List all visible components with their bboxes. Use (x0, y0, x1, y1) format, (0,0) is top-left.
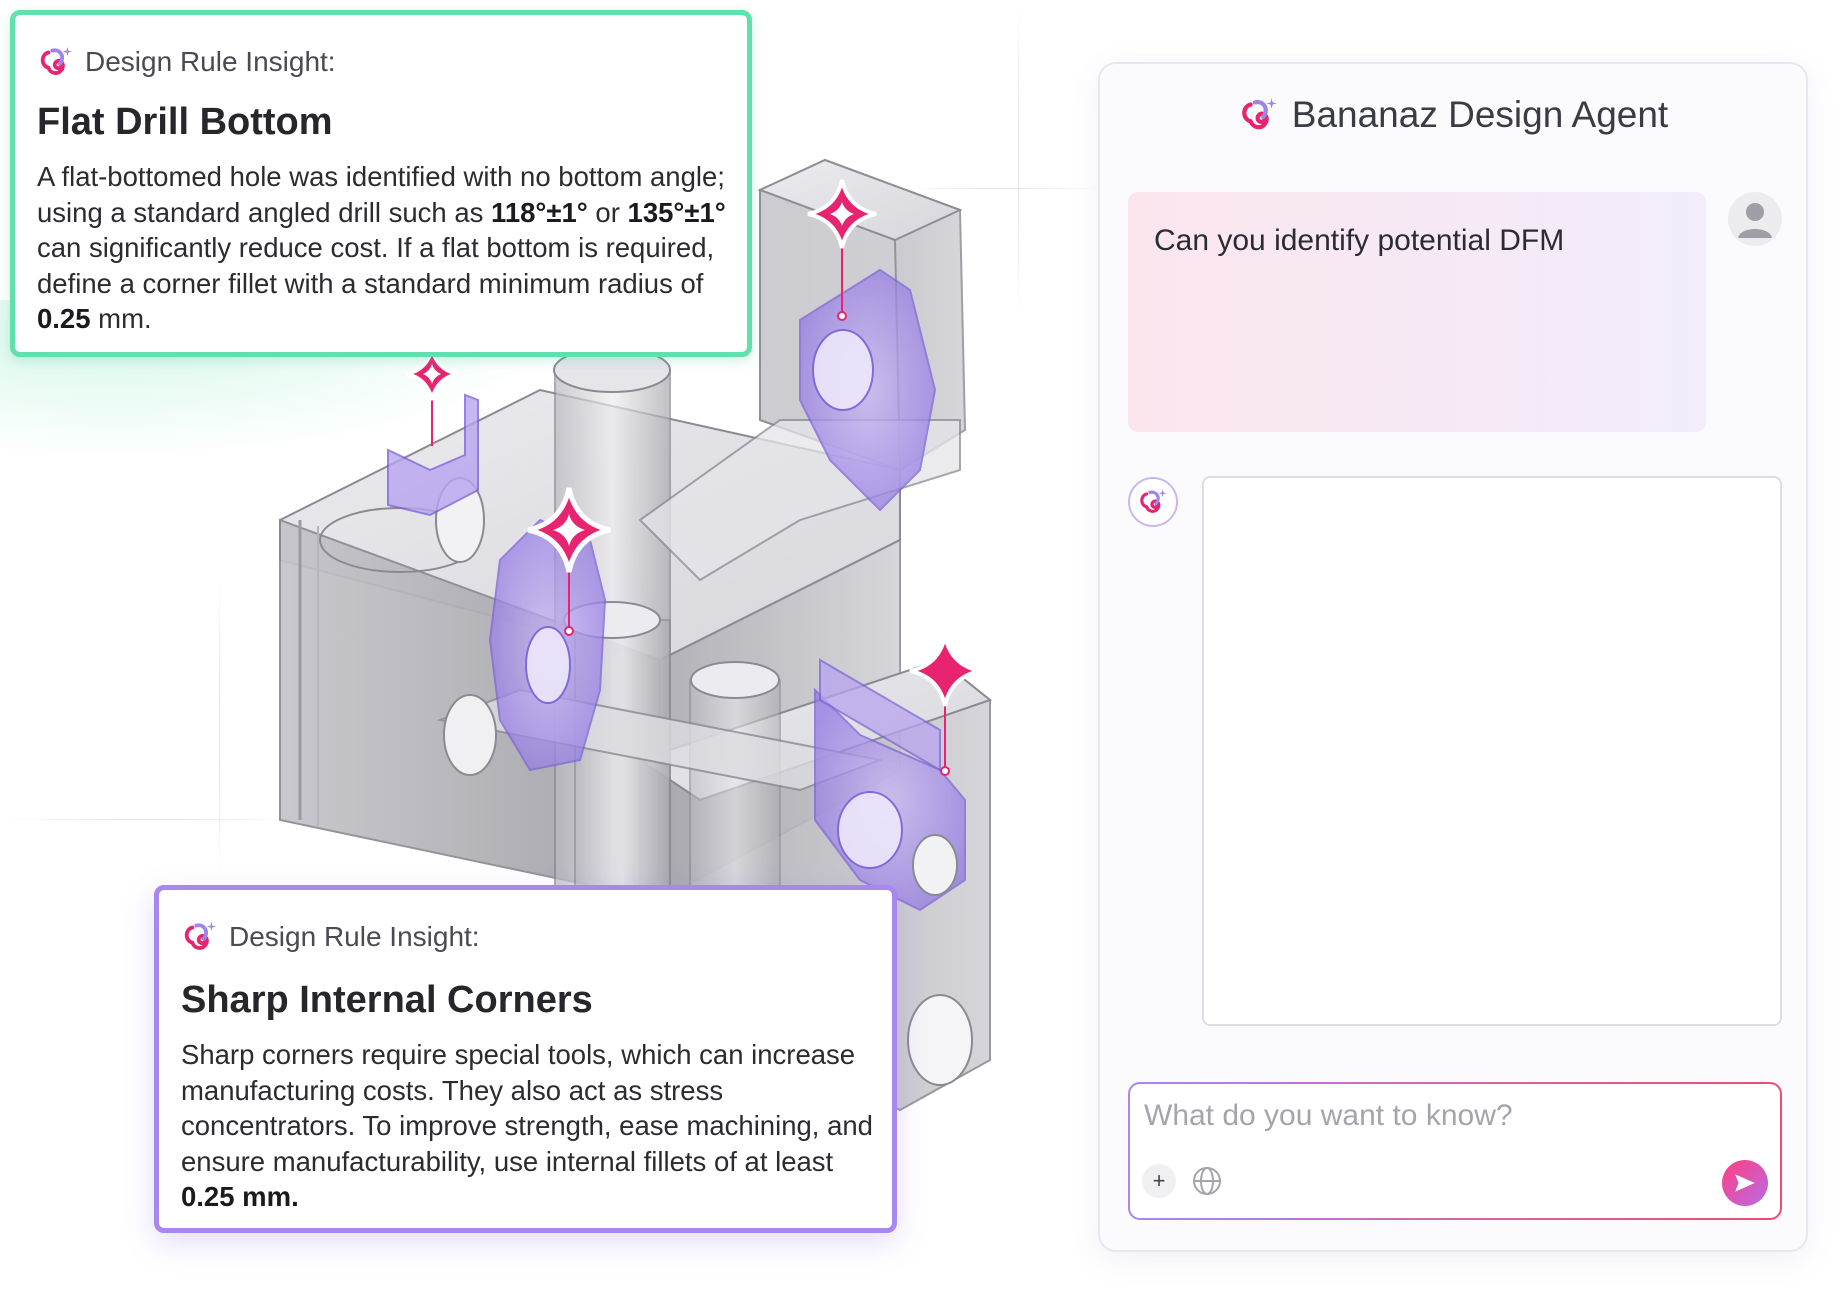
insight-card-title: Flat Drill Bottom (37, 101, 333, 143)
marker-sparkle-icon[interactable] (405, 347, 459, 446)
insight-card-header: Design Rule Insight: (181, 918, 480, 956)
body-text-segment: mm. (90, 303, 152, 334)
agent-response-box (1202, 476, 1782, 1026)
send-button[interactable] (1722, 1160, 1768, 1206)
emphasized-value: 0.25 mm. (181, 1181, 299, 1212)
insight-card-title: Sharp Internal Corners (181, 979, 593, 1021)
user-message-text: Can you identify potential DFM (1154, 224, 1565, 257)
body-text-segment: can significantly reduce cost. If a flat… (37, 232, 715, 299)
insight-card-header-label: Design Rule Insight: (229, 921, 480, 952)
agent-avatar (1128, 477, 1178, 527)
send-icon (1735, 1174, 1755, 1192)
emphasized-value: 118°±1° (491, 196, 588, 228)
insight-card-sharp-internal-corners: Design Rule Insight: Sharp Internal Corn… (154, 885, 897, 1233)
plus-icon[interactable]: + (1142, 1164, 1176, 1198)
globe-icon[interactable] (1190, 1164, 1224, 1198)
bananaz-logo-icon (40, 46, 73, 75)
user-avatar-icon[interactable] (1728, 192, 1782, 246)
chat-input-container: + (1128, 1082, 1782, 1220)
highlighted-feature-center (488, 518, 607, 772)
bananaz-logo-icon (184, 921, 217, 950)
chat-input-inner: + (1130, 1084, 1780, 1218)
insight-card-flat-drill-bottom: Design Rule Insight: Flat Drill Bottom A… (10, 10, 752, 357)
user-message-bubble: Can you identify potential DFM (1128, 192, 1706, 432)
insight-card-body: A flat-bottomed hole was identified with… (37, 159, 737, 337)
insight-card-body: Sharp corners require special tools, whi… (181, 1037, 886, 1215)
bananaz-logo-icon (1140, 489, 1167, 513)
emphasized-value: 135°±1° (627, 196, 726, 228)
insight-card-header-label: Design Rule Insight: (85, 46, 336, 77)
chat-header: Bananaz Design Agent (1100, 94, 1806, 136)
insight-card-header: Design Rule Insight: (37, 43, 336, 81)
body-text-segment: or (587, 196, 628, 228)
emphasized-value: 0.25 (37, 303, 91, 334)
bananaz-logo-icon (1241, 98, 1277, 130)
body-text-segment: Sharp corners require special tools, whi… (181, 1039, 873, 1177)
chat-title: Bananaz Design Agent (1291, 94, 1669, 135)
chat-input[interactable] (1144, 1096, 1704, 1136)
design-agent-chat-panel: Bananaz Design Agent Can you identify po… (1098, 62, 1808, 1252)
